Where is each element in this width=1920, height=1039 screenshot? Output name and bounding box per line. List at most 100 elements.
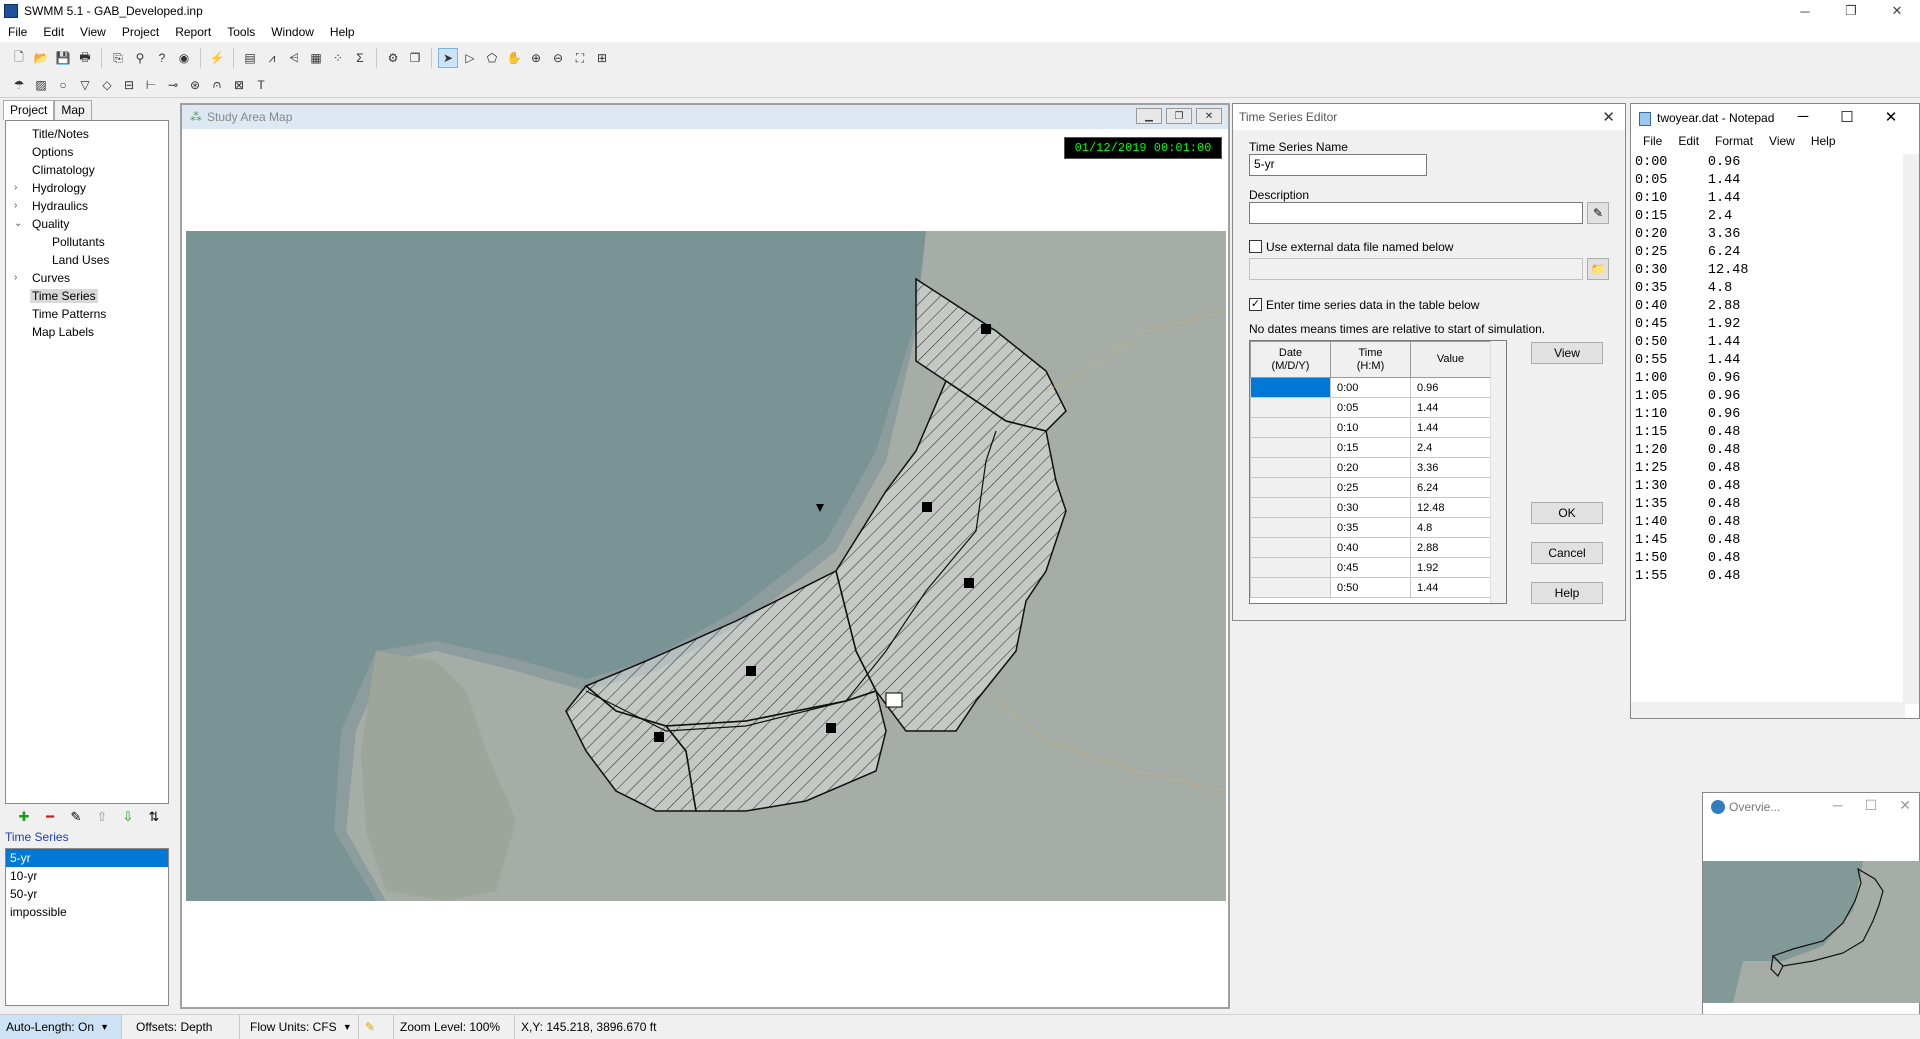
notepad-menu-help[interactable]: Help (1803, 134, 1844, 148)
time-series-plot-icon[interactable]: ⩤ (284, 48, 304, 68)
tree-item-curves[interactable]: › Curves (6, 269, 168, 287)
sort-icon[interactable]: ⇅ (141, 809, 167, 825)
table-row[interactable]: 0:35 4.8 (1250, 517, 1491, 538)
minimize-button[interactable]: ─ (1782, 0, 1828, 22)
close-button[interactable]: ✕ (1874, 0, 1920, 22)
delete-icon[interactable]: ━ (37, 809, 63, 825)
map-restore-button[interactable]: ❐ (1166, 108, 1192, 124)
notepad-menu-edit[interactable]: Edit (1670, 134, 1707, 148)
outlet-icon[interactable]: ⊠ (229, 75, 249, 95)
open-file-icon[interactable]: 📂 (31, 48, 51, 68)
profile-plot-icon[interactable]: ⩘ (262, 48, 282, 68)
help-button[interactable]: Help (1531, 582, 1603, 604)
map-canvas[interactable]: 01/12/2019 00:01:00 (186, 131, 1226, 1001)
map-minimize-button[interactable]: ▁ (1136, 108, 1162, 124)
flow-units-dropdown[interactable]: Flow Units: CFS ▼ (240, 1014, 359, 1039)
outfall-icon[interactable]: ▽ (75, 75, 95, 95)
menu-tools[interactable]: Tools (219, 25, 263, 39)
table-row[interactable]: 0:00 0.96 (1250, 377, 1491, 398)
arrange-windows-icon[interactable]: ❐ (405, 48, 425, 68)
list-item[interactable]: 5-yr (6, 849, 168, 867)
junction-node[interactable] (964, 578, 974, 588)
select-object-icon[interactable]: ➤ (438, 48, 458, 68)
storage-unit-icon[interactable]: ⊟ (119, 75, 139, 95)
junction-icon[interactable]: ○ (53, 75, 73, 95)
move-up-icon[interactable]: ⇧ (89, 809, 115, 825)
tree-item-options[interactable]: Options (6, 143, 168, 161)
junction-node[interactable] (654, 732, 664, 742)
view-button[interactable]: View (1531, 342, 1603, 364)
add-icon[interactable]: ✚ (11, 809, 37, 825)
tab-project[interactable]: Project (3, 100, 55, 120)
text-label-icon[interactable]: T (251, 75, 271, 95)
zoom-in-icon[interactable]: ⊕ (526, 48, 546, 68)
menu-project[interactable]: Project (114, 25, 167, 39)
save-icon[interactable]: 💾 (53, 48, 73, 68)
weir-icon[interactable]: ⩀ (207, 75, 227, 95)
run-simulation-icon[interactable]: ⚡ (207, 48, 227, 68)
menu-report[interactable]: Report (167, 25, 219, 39)
rain-gage-icon[interactable]: ☂ (9, 75, 29, 95)
menu-view[interactable]: View (72, 25, 114, 39)
table-row[interactable]: 0:20 3.36 (1250, 457, 1491, 478)
external-file-checkbox[interactable] (1249, 240, 1262, 253)
ts-name-input[interactable]: 5-yr (1249, 154, 1427, 176)
notepad-menu-format[interactable]: Format (1707, 134, 1761, 148)
copy-icon[interactable]: ⎘ (108, 48, 128, 68)
edit-description-icon[interactable]: ✎ (1587, 202, 1609, 224)
find-icon[interactable]: ⚲ (130, 48, 150, 68)
conduit-icon[interactable]: ⊢ (141, 75, 161, 95)
auto-length-dropdown[interactable]: Auto-Length: On ▼ (0, 1014, 122, 1039)
menu-help[interactable]: Help (322, 25, 363, 39)
tab-map[interactable]: Map (54, 100, 92, 120)
divider-icon[interactable]: ◇ (97, 75, 117, 95)
browse-file-icon[interactable]: 📁 (1587, 258, 1609, 280)
description-input[interactable] (1249, 202, 1583, 224)
table-row[interactable]: 0:45 1.92 (1250, 557, 1491, 578)
table-row[interactable]: 0:40 2.88 (1250, 537, 1491, 558)
overview-map-canvas[interactable] (1703, 861, 1920, 1003)
restore-button[interactable]: ❐ (1828, 0, 1874, 22)
full-extent-icon[interactable]: ⛶ (570, 48, 590, 68)
table-scrollbar[interactable] (1490, 341, 1506, 603)
table-icon[interactable]: ▦ (306, 48, 326, 68)
external-file-input[interactable] (1249, 258, 1583, 280)
new-file-icon[interactable]: 🗋 (9, 48, 29, 68)
move-down-icon[interactable]: ⇩ (115, 809, 141, 825)
table-row[interactable]: 0:05 1.44 (1250, 397, 1491, 418)
table-data-checkbox[interactable]: ✓ (1249, 298, 1262, 311)
junction-node[interactable] (826, 723, 836, 733)
expand-icon[interactable]: › (14, 179, 17, 197)
menu-file[interactable]: File (0, 25, 35, 39)
notepad-maximize-button[interactable]: ☐ (1825, 108, 1869, 126)
statistics-icon[interactable]: Σ (350, 48, 370, 68)
menu-window[interactable]: Window (263, 25, 322, 39)
tree-item-title-notes[interactable]: Title/Notes (6, 125, 168, 143)
junction-node[interactable] (981, 324, 991, 334)
list-item[interactable]: 50-yr (6, 885, 168, 903)
junction-node[interactable] (922, 502, 932, 512)
notepad-minimize-button[interactable]: ─ (1781, 108, 1825, 126)
measure-icon[interactable]: ⊞ (592, 48, 612, 68)
expand-icon[interactable]: › (14, 269, 17, 287)
offsets-dropdown[interactable]: Offsets: Depth (122, 1014, 240, 1039)
junction-node[interactable] (746, 666, 756, 676)
collapse-icon[interactable]: ⌄ (14, 215, 22, 233)
pan-icon[interactable]: ✋ (504, 48, 524, 68)
notepad-menu-view[interactable]: View (1761, 134, 1803, 148)
query-icon[interactable]: ? (152, 48, 172, 68)
list-item[interactable]: impossible (6, 903, 168, 921)
tree-item-time-series[interactable]: Time Series (6, 287, 168, 305)
cancel-button[interactable]: Cancel (1531, 542, 1603, 564)
rain-gage-icon[interactable] (885, 692, 903, 708)
tree-item-climatology[interactable]: Climatology (6, 161, 168, 179)
table-row[interactable]: 0:25 6.24 (1250, 477, 1491, 498)
subcatchment-icon[interactable]: ▨ (31, 75, 51, 95)
tree-item-land-uses[interactable]: Land Uses (6, 251, 168, 269)
notepad-horizontal-scrollbar[interactable] (1631, 702, 1905, 718)
print-icon[interactable]: 🖶 (75, 48, 95, 68)
tree-item-time-patterns[interactable]: Time Patterns (6, 305, 168, 323)
time-series-table[interactable]: Date (M/D/Y) Time (H:M) Value 0:00 0.96 0… (1249, 340, 1507, 604)
map-options-icon[interactable]: ⚙ (383, 48, 403, 68)
notepad-close-button[interactable]: ✕ (1869, 108, 1913, 126)
